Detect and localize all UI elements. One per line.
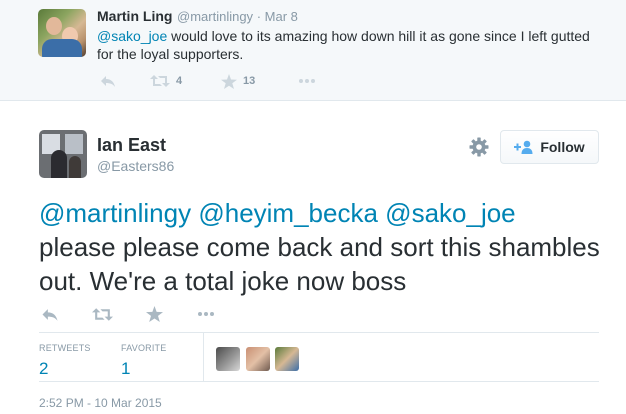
favorite-count: 13: [243, 75, 256, 87]
star-icon: [145, 306, 163, 322]
follow-label: Follow: [540, 139, 585, 155]
reply-icon: [101, 76, 115, 87]
parent-tweet-author-name[interactable]: Martin Ling: [97, 8, 172, 24]
author-avatar[interactable]: [39, 130, 87, 178]
user-actions-button[interactable]: [468, 136, 490, 158]
avatar-shirt: [42, 39, 82, 57]
add-user-icon: [514, 140, 533, 154]
gear-icon: [469, 137, 489, 157]
parent-tweet-avatar[interactable]: [38, 9, 86, 57]
favoriter-avatar[interactable]: [275, 347, 299, 371]
parent-tweet-actions: 4 13: [97, 72, 337, 90]
retweets-stat[interactable]: RETWEETS 2: [39, 343, 91, 379]
favorite-button[interactable]: [143, 304, 165, 324]
favorite-button[interactable]: 13: [221, 72, 255, 90]
parent-tweet-date[interactable]: Mar 8: [265, 9, 298, 24]
parent-tweet-mention[interactable]: @sako_joe: [97, 28, 167, 44]
retweets-count: 2: [39, 359, 49, 378]
retweets-label: RETWEETS: [39, 343, 91, 353]
reply-button[interactable]: [39, 304, 61, 324]
star-icon: [221, 73, 237, 89]
reply-icon: [42, 308, 58, 321]
tweet-body: please please come back and sort this sh…: [39, 232, 600, 296]
tweet-mention[interactable]: @heyim_becka: [198, 198, 378, 228]
tweet-text: @martinlingy @heyim_becka @sako_joepleas…: [39, 196, 619, 298]
more-dots-icon: [299, 79, 315, 83]
more-button[interactable]: [298, 72, 316, 90]
favorites-stat[interactable]: FAVORITE 1: [121, 343, 166, 379]
retweet-icon: [150, 75, 170, 87]
favoriter-avatar[interactable]: [216, 347, 240, 371]
stats-separator: [203, 333, 204, 381]
favorites-label: FAVORITE: [121, 343, 167, 353]
meta-separator: ·: [256, 9, 262, 24]
parent-tweet-text: @sako_joe would love to its amazing how …: [97, 27, 607, 63]
avatar-window: [65, 134, 83, 154]
favoriter-avatar[interactable]: [246, 347, 270, 371]
author-handle[interactable]: @Easters86: [97, 158, 174, 174]
favorites-count: 1: [121, 359, 131, 378]
tweet-mention[interactable]: @martinlingy: [39, 198, 191, 228]
parent-tweet-author-meta[interactable]: @martinlingy · Mar 8: [177, 9, 298, 24]
avatar-person: [69, 156, 81, 178]
parent-tweet-handle[interactable]: @martinlingy: [177, 9, 253, 24]
divider: [39, 381, 599, 382]
more-dots-icon: [198, 312, 214, 316]
tweet-timestamp[interactable]: 2:52 PM - 10 Mar 2015: [39, 396, 162, 410]
avatar-person: [51, 150, 67, 178]
reply-button[interactable]: [100, 72, 116, 90]
author-name[interactable]: Ian East: [97, 135, 166, 156]
parent-tweet-body: would love to its amazing how down hill …: [97, 28, 590, 62]
follow-button[interactable]: Follow: [500, 130, 599, 164]
retweet-button[interactable]: 4: [150, 72, 182, 90]
more-button[interactable]: [195, 304, 217, 324]
retweet-button[interactable]: [91, 304, 113, 324]
tweet-mention[interactable]: @sako_joe: [385, 198, 515, 228]
parent-tweet[interactable]: Martin Ling @martinlingy · Mar 8 @sako_j…: [0, 0, 626, 101]
retweet-icon: [91, 307, 113, 321]
retweet-count: 4: [176, 75, 183, 87]
tweet-stats: RETWEETS 2 FAVORITE 1: [39, 333, 599, 381]
avatar-face: [46, 17, 62, 35]
tweet-actions: [39, 304, 239, 324]
